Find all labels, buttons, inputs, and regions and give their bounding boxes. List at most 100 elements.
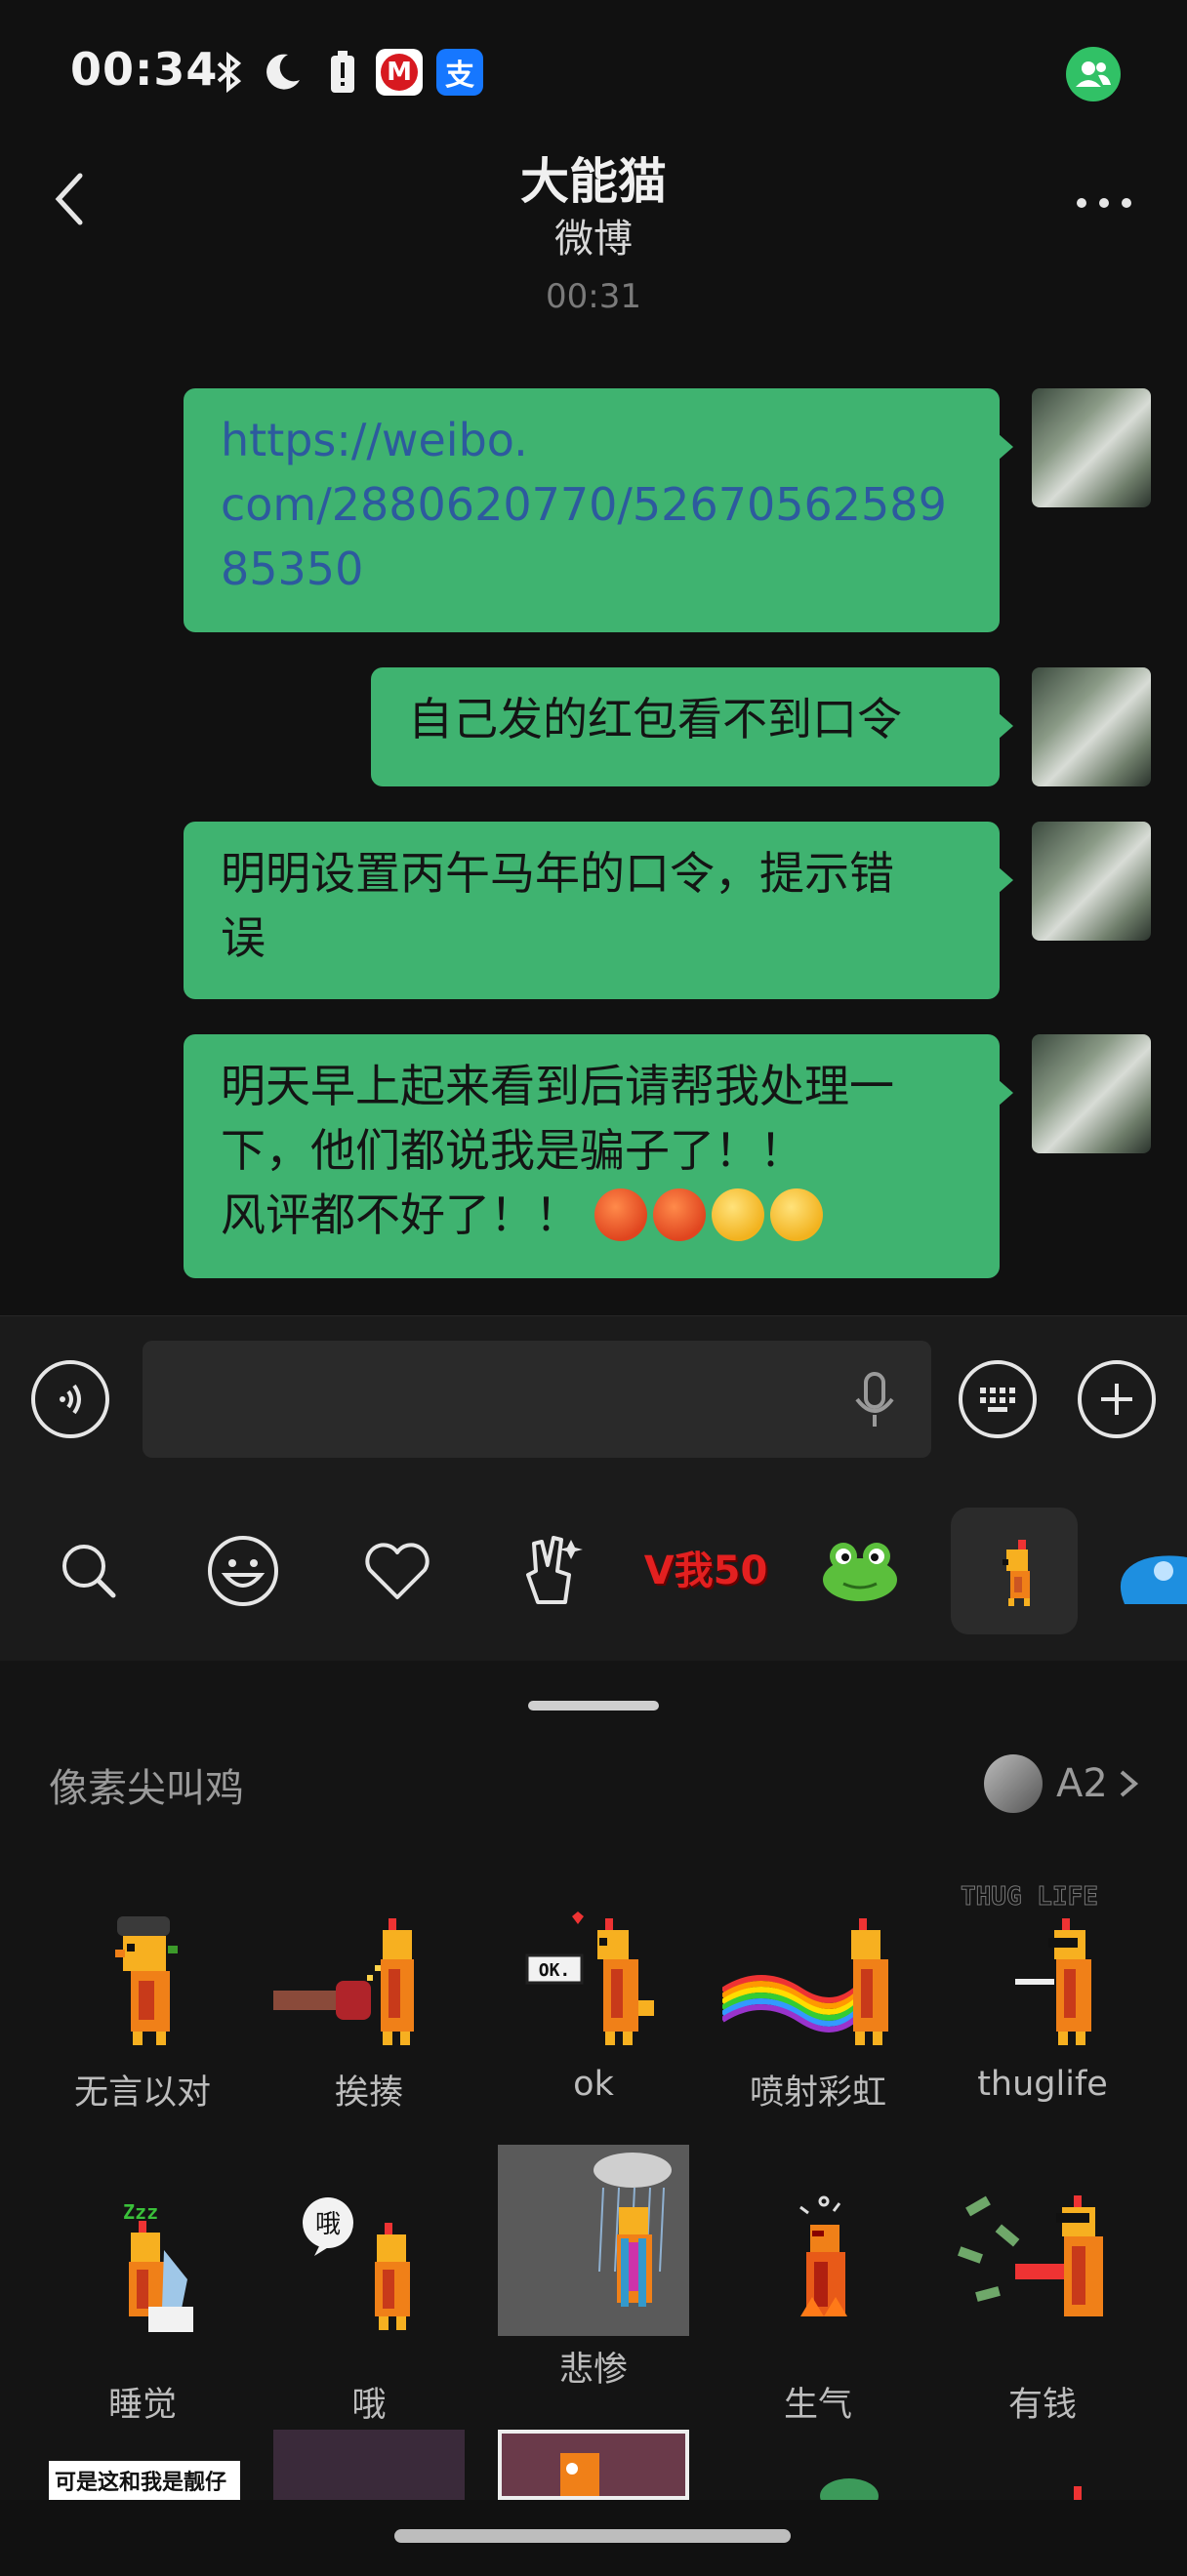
microphone-icon[interactable] — [845, 1366, 904, 1434]
chat-title: 大能猫 — [520, 153, 667, 210]
chicken-miserable-sticker — [498, 2145, 689, 2336]
sticker-item[interactable]: 无言以对 — [47, 1907, 238, 2114]
chat-subtitle: 微博 — [554, 217, 633, 262]
avatar[interactable] — [1032, 1034, 1151, 1153]
bluetooth-icon — [213, 51, 246, 94]
frog-sticker-icon — [823, 1543, 897, 1601]
sticker-item[interactable]: OK. ok — [498, 1907, 689, 2104]
sticker-item[interactable]: 生气 — [722, 2192, 914, 2427]
chicken-oh-sticker: 哦 — [273, 2192, 465, 2383]
chicken-rich-sticker — [947, 2192, 1138, 2383]
sticker-item[interactable]: Zzz 睡觉 — [47, 2192, 238, 2427]
cmb-app-icon: M — [375, 49, 424, 96]
chicken-sleep-sticker: Zzz — [47, 2192, 238, 2383]
message-text-line: 误 — [221, 911, 266, 964]
message-text-line: 下，他们都说我是骗子了！！ — [221, 1124, 804, 1177]
sticker-pack-title: 像素尖叫鸡 — [49, 1766, 244, 1811]
message-text-line: 明明设置丙午马年的口令，提示错 — [221, 847, 894, 900]
message-bubble[interactable]: https://weibo. com/2880620770/5267056258… — [184, 388, 1013, 632]
ok-sign-text: OK. — [539, 1960, 571, 1981]
chicken-sticker-icon — [1003, 1540, 1030, 1606]
chicken-rainbow-sticker — [720, 1907, 914, 2098]
sticker-item[interactable]: THUG LIFE thuglife — [947, 1877, 1138, 2105]
tab-emoji[interactable] — [180, 1508, 307, 1634]
contacts-icon[interactable] — [1066, 47, 1121, 101]
sticker-item[interactable] — [722, 2469, 914, 2514]
sticker-item[interactable]: 哦 哦 — [273, 2192, 465, 2427]
sticker-item[interactable]: 悲惨 — [498, 2145, 689, 2392]
message-bubble[interactable]: 明天早上起来看到后请帮我处理一 下，他们都说我是骗子了！！ 风评都不好了！！ — [184, 1034, 1013, 1278]
thuglife-text: THUG LIFE — [961, 1882, 1098, 1912]
sticker-label: 生气 — [783, 2386, 852, 2425]
sticker-item[interactable] — [273, 2430, 465, 2500]
message-bubble[interactable]: 自己发的红包看不到口令 — [371, 667, 1013, 786]
sticker-label: 悲惨 — [558, 2351, 628, 2390]
sticker-pack-author[interactable]: A2 — [984, 1754, 1143, 1813]
cmb-glyph: M — [381, 54, 418, 91]
avatar[interactable] — [1032, 822, 1151, 941]
message-input[interactable] — [143, 1341, 931, 1458]
angry-face-icon — [652, 1187, 706, 1241]
moon-icon — [258, 51, 307, 94]
sticker-label: 哦 — [351, 2386, 387, 2425]
blue-sticker-icon — [1120, 1555, 1187, 1604]
tab-gestures[interactable] — [488, 1508, 615, 1634]
sticker-item[interactable] — [498, 2430, 689, 2500]
voice-button[interactable] — [31, 1360, 109, 1438]
battery-alert-icon — [326, 51, 359, 94]
more-button[interactable] — [1070, 181, 1138, 230]
message-bubble[interactable]: 明明设置丙午马年的口令，提示错 误 — [184, 822, 1013, 999]
voice-icon — [60, 1384, 81, 1415]
message-text: 自己发的红包看不到口令 — [408, 693, 902, 745]
alipay-glyph: 支 — [436, 49, 483, 96]
message-link-line[interactable]: https://weibo. — [221, 408, 962, 472]
search-icon — [62, 1545, 116, 1598]
winking-face-icon — [769, 1187, 823, 1241]
author-name: A2 — [1056, 1761, 1108, 1806]
message-timestamp: 00:31 — [546, 277, 641, 316]
chicken-ok-sticker: OK. — [498, 1907, 689, 2098]
tab-favorites[interactable] — [334, 1508, 461, 1634]
chicken-thuglife-sticker: THUG LIFE — [947, 1877, 1138, 2098]
zzz-text: Zzz — [123, 2200, 158, 2224]
alipay-app-icon: 支 — [435, 49, 484, 96]
panel-drag-handle[interactable] — [528, 1701, 659, 1711]
v50-sticker-icon: V我50 — [643, 1549, 768, 1593]
home-indicator[interactable] — [394, 2529, 791, 2543]
tab-v50-pack[interactable]: V我50 — [642, 1508, 769, 1634]
sticker-item[interactable]: 有钱 — [947, 2192, 1138, 2427]
sticker-caption-text: 可是这和我是靓仔 — [55, 2471, 227, 2495]
message-link-line[interactable]: com/2880620770/52670562589 — [221, 472, 962, 537]
tab-search[interactable] — [25, 1508, 152, 1634]
author-avatar — [984, 1754, 1043, 1813]
status-time: 00:34 — [70, 43, 219, 96]
tab-frog-pack[interactable] — [797, 1508, 923, 1634]
tab-chicken-pack[interactable] — [951, 1508, 1078, 1634]
sticker-label: 睡觉 — [107, 2386, 177, 2425]
sticker-item[interactable]: 喷射彩虹 — [720, 1907, 914, 2114]
angry-face-icon — [594, 1187, 647, 1241]
plus-icon — [1101, 1384, 1132, 1415]
chicken-punched-sticker — [273, 1907, 465, 2098]
peace-hand-icon — [526, 1536, 583, 1604]
sticker-label: 有钱 — [1007, 2386, 1077, 2425]
keyboard-icon — [980, 1388, 1015, 1412]
smiley-icon — [208, 1536, 278, 1606]
tab-blue-pack[interactable] — [1105, 1508, 1187, 1634]
chicken-speechless-sticker — [47, 1907, 238, 2098]
keyboard-button[interactable] — [959, 1360, 1037, 1438]
sticker-item[interactable] — [947, 2478, 1138, 2500]
heart-icon — [365, 1543, 430, 1599]
winking-face-icon — [711, 1187, 764, 1241]
sticker-item[interactable]: 挨揍 — [273, 1907, 465, 2114]
message-text-line: 风评都不好了！！ — [221, 1188, 580, 1241]
avatar[interactable] — [1032, 388, 1151, 507]
message-link-line[interactable]: 85350 — [221, 537, 962, 601]
chicken-angry-sticker — [722, 2192, 914, 2383]
sticker-item[interactable]: 可是这和我是靓仔 — [49, 2461, 240, 2500]
add-button[interactable] — [1078, 1360, 1156, 1438]
more-dots-icon — [1077, 198, 1131, 208]
chevron-right-icon — [1120, 1770, 1138, 1797]
avatar[interactable] — [1032, 667, 1151, 786]
oh-bubble-text: 哦 — [315, 2210, 341, 2239]
